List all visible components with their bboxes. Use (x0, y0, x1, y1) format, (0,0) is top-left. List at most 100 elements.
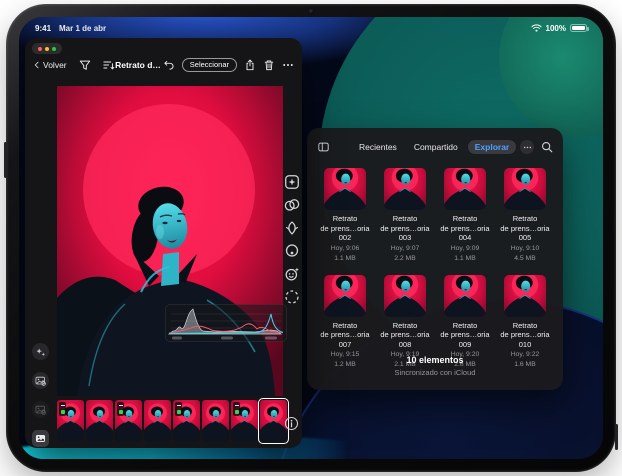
battery-percent: 100% (546, 24, 566, 33)
filmstrip-thumbnail[interactable] (115, 400, 142, 442)
file-name: Retrato (513, 321, 538, 331)
file-grid: Retrato de prens…oria 002 Hoy, 9:06 1.1 … (315, 168, 555, 369)
files-window: RecientesCompartidoExplorar Retrato de p… (307, 128, 563, 390)
files-header: RecientesCompartidoExplorar (307, 136, 563, 158)
volume-button (4, 142, 7, 178)
file-size: 1.1 MB (454, 254, 476, 263)
ipad-screen: 9:41 Mar 1 de abr 100% RecientesComparti… (19, 17, 603, 459)
editing-tools-rail (283, 174, 301, 305)
file-thumbnail (324, 168, 366, 210)
file-name: de prens…oria 010 (495, 330, 555, 349)
status-bar: 9:41 Mar 1 de abr 100% (19, 21, 603, 35)
ml-sparkles-icon[interactable] (32, 343, 49, 360)
files-tabs: RecientesCompartidoExplorar (352, 140, 516, 155)
file-thumbnail (504, 275, 546, 317)
edited-badge (117, 402, 124, 416)
file-name: Retrato (393, 321, 418, 331)
filmstrip-thumbnail[interactable] (260, 400, 287, 442)
back-button[interactable]: Volver (33, 60, 67, 70)
info-icon[interactable] (284, 416, 299, 431)
clone-icon[interactable] (284, 243, 300, 259)
filter-icon[interactable] (79, 59, 91, 71)
sidebar-toggle-icon[interactable] (317, 141, 330, 153)
wifi-icon (531, 24, 542, 32)
filmstrip (57, 399, 287, 443)
file-name: de prens…oria 002 (315, 224, 375, 243)
editor-toolbar: Volver Retrato d… Seleccionar (25, 55, 302, 75)
tab-explorar[interactable]: Explorar (468, 140, 517, 155)
file-thumbnail (444, 168, 486, 210)
file-size: 1.1 MB (334, 254, 356, 263)
front-camera (309, 9, 314, 14)
select-button[interactable]: Seleccionar (182, 58, 237, 72)
filmstrip-thumbnail[interactable] (202, 400, 229, 442)
file-time: Hoy, 9:09 (451, 244, 480, 253)
items-count: 10 elementos (307, 355, 563, 365)
minimize-window-dot[interactable] (45, 47, 49, 51)
retouch-icon[interactable] (284, 266, 300, 282)
file-size: 2.2 MB (394, 254, 416, 263)
tab-recientes[interactable]: Recientes (352, 140, 404, 155)
edited-badge (233, 402, 240, 416)
ellipsis-icon[interactable] (282, 59, 294, 71)
file-thumbnail (384, 168, 426, 210)
share-icon[interactable] (244, 59, 256, 71)
status-date: Mar 1 de abr (59, 24, 106, 33)
histogram-panel (165, 304, 287, 342)
filmstrip-thumbnail[interactable] (57, 400, 84, 442)
file-name: Retrato (333, 214, 358, 224)
file-name: Retrato (453, 214, 478, 224)
image-settings-icon[interactable] (32, 372, 49, 389)
file-name: Retrato (333, 321, 358, 331)
auto-enhance-icon[interactable] (284, 174, 300, 190)
file-item[interactable]: Retrato de prens…oria 002 Hoy, 9:06 1.1 … (315, 168, 375, 263)
file-name: Retrato (393, 214, 418, 224)
file-item[interactable]: Retrato de prens…oria 003 Hoy, 9:07 2.2 … (375, 168, 435, 263)
zoom-window-dot[interactable] (52, 47, 56, 51)
undo-icon[interactable] (163, 59, 175, 71)
file-size: 4.5 MB (514, 254, 536, 263)
filmstrip-thumbnail[interactable] (231, 400, 258, 442)
color-presets-icon[interactable] (284, 197, 300, 213)
filmstrip-thumbnail[interactable] (144, 400, 171, 442)
status-time: 9:41 (35, 24, 51, 33)
file-time: Hoy, 9:10 (511, 244, 540, 253)
file-item[interactable]: Retrato de prens…oria 004 Hoy, 9:09 1.1 … (435, 168, 495, 263)
file-time: Hoy, 9:07 (391, 244, 420, 253)
side-button (615, 424, 618, 450)
search-icon[interactable] (541, 141, 553, 153)
back-label: Volver (43, 60, 67, 70)
image-sync-icon[interactable] (32, 401, 49, 418)
file-name: de prens…oria 007 (315, 330, 375, 349)
filmstrip-toggle-icon[interactable] (32, 430, 49, 447)
window-controls[interactable] (32, 43, 62, 54)
battery-icon (570, 24, 587, 32)
ipad-device: 9:41 Mar 1 de abr 100% RecientesComparti… (6, 4, 616, 472)
file-item[interactable]: Retrato de prens…oria 005 Hoy, 9:10 4.5 … (495, 168, 555, 263)
file-name: de prens…oria 004 (435, 224, 495, 243)
tab-compartido[interactable]: Compartido (407, 140, 465, 155)
file-thumbnail (384, 275, 426, 317)
photo-canvas[interactable] (57, 86, 283, 396)
trash-icon[interactable] (263, 59, 275, 71)
file-time: Hoy, 9:06 (331, 244, 360, 253)
file-thumbnail (324, 275, 366, 317)
file-thumbnail (504, 168, 546, 210)
file-name: de prens…oria 005 (495, 224, 555, 243)
editor-window: Volver Retrato d… Seleccionar (25, 38, 302, 448)
select-subject-icon[interactable] (284, 289, 300, 305)
file-name: de prens…oria 003 (375, 224, 435, 243)
edited-badge (175, 402, 182, 416)
more-options-icon[interactable] (520, 140, 534, 154)
edited-badge (59, 402, 66, 416)
utility-tools-rail (30, 343, 50, 447)
files-footer: 10 elementos Sincronizado con iCloud (307, 355, 563, 377)
filmstrip-thumbnail[interactable] (173, 400, 200, 442)
filmstrip-thumbnail[interactable] (86, 400, 113, 442)
close-window-dot[interactable] (38, 47, 42, 51)
repair-icon[interactable] (284, 220, 300, 236)
chevron-left-icon (33, 60, 41, 70)
icloud-sync-status: Sincronizado con iCloud (307, 368, 563, 377)
product-shot: 9:41 Mar 1 de abr 100% RecientesComparti… (0, 0, 622, 476)
file-name: de prens…oria 009 (435, 330, 495, 349)
